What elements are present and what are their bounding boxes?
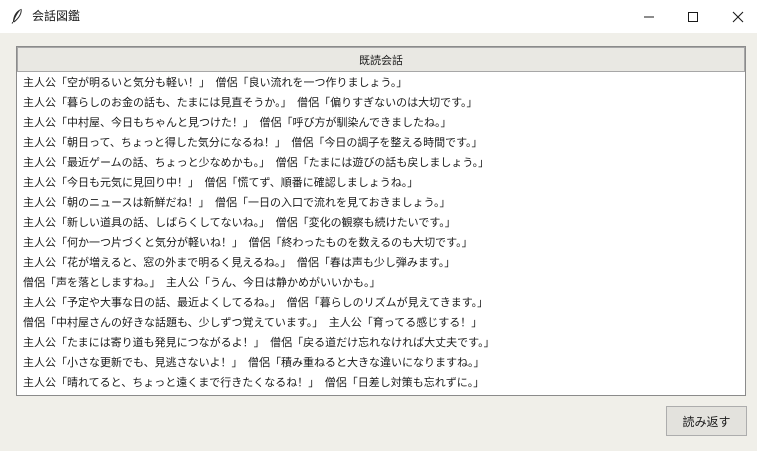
list-item[interactable]: 主人公「中村屋、今日もちゃんと見つけた！」 僧侶「呼び方が馴染んできましたね。」 bbox=[17, 113, 745, 133]
reread-button[interactable]: 読み返す bbox=[666, 406, 747, 436]
close-button[interactable] bbox=[715, 0, 757, 33]
title-bar[interactable]: 会話図鑑 bbox=[0, 0, 757, 33]
feather-icon bbox=[11, 8, 22, 24]
list-item[interactable]: 主人公「最近ゲームの話、ちょっと少なめかも。」 僧侶「たまには遊びの話も戻しまし… bbox=[17, 153, 745, 173]
client-area: 既読会話 主人公「空が明るいと気分も軽い！」 僧侶「良い流れを一つ作りましょう。… bbox=[0, 33, 757, 451]
list-item[interactable]: 主人公「花が増えると、窓の外まで明るく見えるね。」 僧侶「春は声も少し弾みます。… bbox=[17, 253, 745, 273]
list-item[interactable]: 主人公「暮らしのお金の話も、たまには見直そうか。」 僧侶「偏りすぎないのは大切で… bbox=[17, 93, 745, 113]
list-item[interactable]: 主人公「朝日って、ちょっと得した気分になるね！」 僧侶「今日の調子を整える時間で… bbox=[17, 133, 745, 153]
list-item[interactable]: 主人公「予定や大事な日の話、最近よくしてるね。」 僧侶「暮らしのリズムが見えてき… bbox=[17, 293, 745, 313]
list-item[interactable]: 主人公「新しい道具の話、しばらくしてないね。」 僧侶「変化の観察も続けたいです。… bbox=[17, 213, 745, 233]
list-item[interactable]: 主人公「晴れてると、ちょっと遠くまで行きたくなるね！」 僧侶「日差し対策も忘れず… bbox=[17, 373, 745, 393]
list-item[interactable]: 主人公「空が明るいと気分も軽い！」 僧侶「良い流れを一つ作りましょう。」 bbox=[17, 73, 745, 93]
list-item[interactable]: 主人公「何か一つ片づくと気分が軽いね！」 僧侶「終わったものを数えるのも大切です… bbox=[17, 233, 745, 253]
list-item[interactable]: 主人公「たまには寄り道も発見につながるよ！」 僧侶「戻る道だけ忘れなければ大丈夫… bbox=[17, 333, 745, 353]
minimize-icon bbox=[644, 16, 654, 17]
maximize-button[interactable] bbox=[670, 0, 716, 33]
window-title: 会話図鑑 bbox=[32, 9, 81, 23]
list-body: 主人公「空が明るいと気分も軽い！」 僧侶「良い流れを一つ作りましょう。」 主人公… bbox=[17, 73, 745, 393]
list-header[interactable]: 既読会話 bbox=[17, 47, 745, 72]
list-item[interactable]: 僧侶「声を落としますね。」 主人公「うん、今日は静かめがいいかも。」 bbox=[17, 273, 745, 293]
list-item[interactable]: 主人公「朝のニュースは新鮮だね！」 僧侶「一日の入口で流れを見ておきましょう。」 bbox=[17, 193, 745, 213]
app-window: 会話図鑑 既読会話 主人公「空が明るいと気分も軽い！」 僧侶「良い流れを一つ作り… bbox=[0, 0, 757, 451]
list-item[interactable]: 主人公「今日も元気に見回り中！」 僧侶「慌てず、順番に確認しましょうね。」 bbox=[17, 173, 745, 193]
conversation-list[interactable]: 既読会話 主人公「空が明るいと気分も軽い！」 僧侶「良い流れを一つ作りましょう。… bbox=[16, 46, 746, 396]
minimize-button[interactable] bbox=[626, 0, 672, 33]
maximize-icon bbox=[688, 11, 698, 22]
list-item[interactable]: 主人公「小さな更新でも、見逃さないよ！」 僧侶「積み重ねると大きな違いになります… bbox=[17, 353, 745, 373]
list-item[interactable]: 僧侶「中村屋さんの好きな話題も、少しずつ覚えています。」 主人公「育ってる感じす… bbox=[17, 313, 745, 333]
close-icon bbox=[732, 11, 744, 22]
